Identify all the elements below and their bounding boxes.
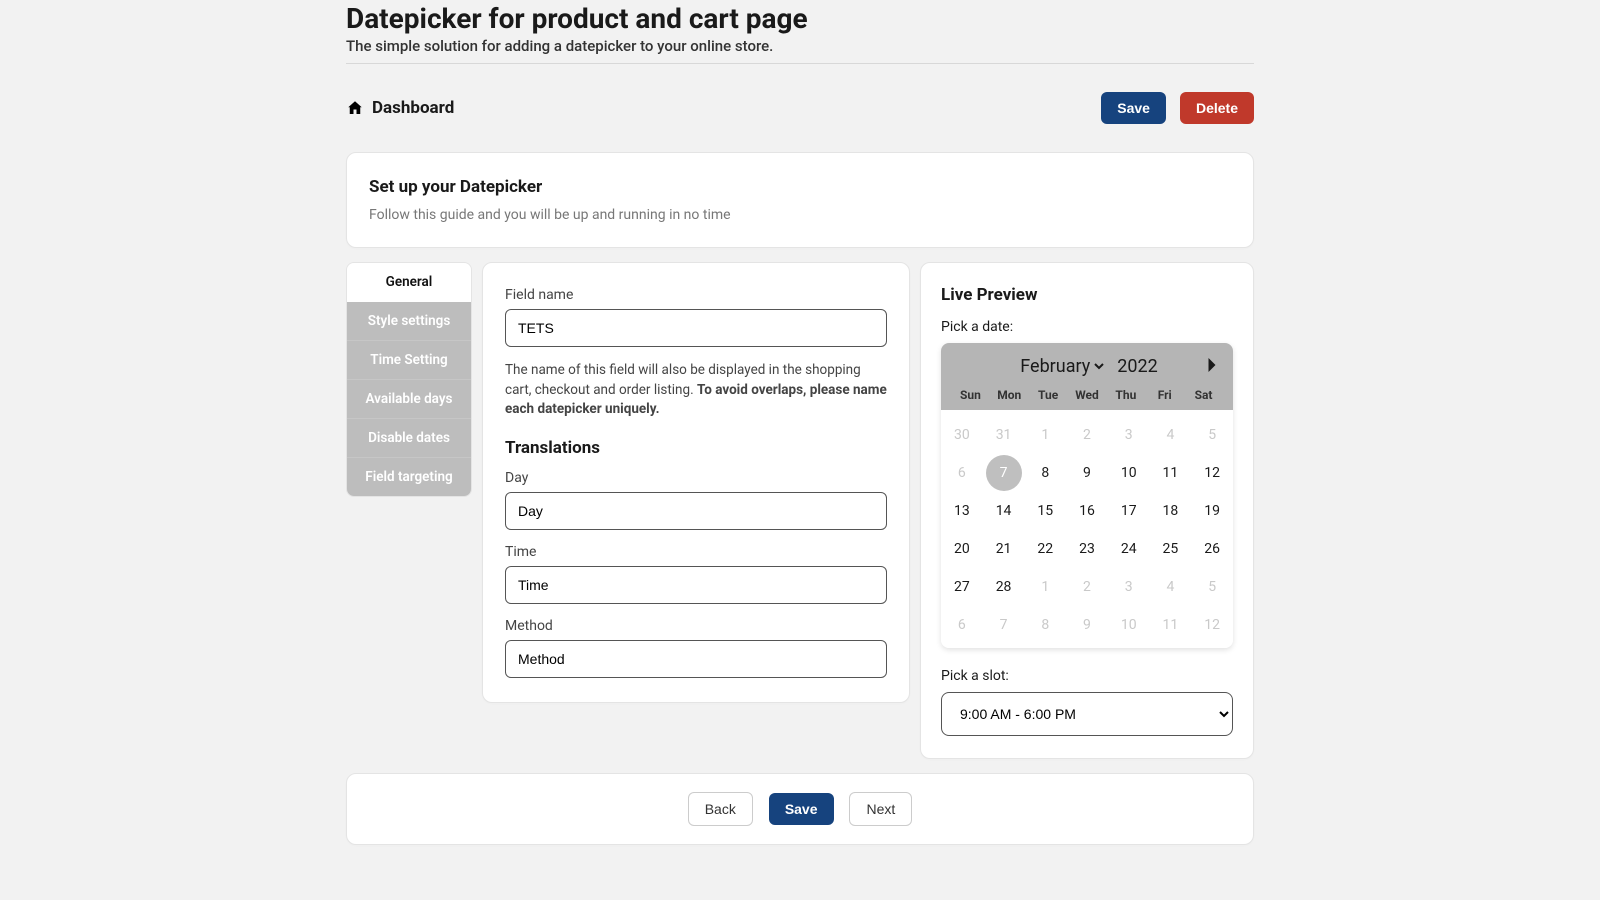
pick-date-label: Pick a date: [941,319,1233,335]
calendar-day[interactable]: 21 [983,530,1025,568]
calendar-day[interactable]: 14 [983,492,1025,530]
calendar-day[interactable]: 19 [1191,492,1233,530]
pick-slot-label: Pick a slot: [941,668,1233,684]
day-label: Day [505,470,887,486]
tab-time-setting[interactable]: Time Setting [347,341,471,380]
calendar-day[interactable]: 20 [941,530,983,568]
dashboard-link[interactable]: Dashboard [346,98,454,118]
form-card: Field name The name of this field will a… [482,262,910,703]
tab-list: GeneralStyle settingsTime SettingAvailab… [346,262,472,497]
setup-subtitle: Follow this guide and you will be up and… [369,207,1231,223]
tab-available-days[interactable]: Available days [347,380,471,419]
calendar-day[interactable]: 15 [1024,492,1066,530]
home-icon [346,99,364,117]
calendar-day[interactable]: 26 [1191,530,1233,568]
month-select[interactable]: February [1016,355,1107,378]
field-name-label: Field name [505,287,887,303]
calendar-day[interactable]: 12 [1191,454,1233,492]
calendar-day: 2 [1066,416,1108,454]
setup-title: Set up your Datepicker [369,177,1231,197]
calendar-day[interactable]: 18 [1150,492,1192,530]
save-button[interactable]: Save [1101,92,1166,124]
footer-save-button[interactable]: Save [769,793,834,825]
tab-field-targeting[interactable]: Field targeting [347,458,471,496]
calendar-day[interactable]: 24 [1108,530,1150,568]
calendar-dow: Mon [990,386,1029,404]
calendar-day[interactable]: 7 [983,454,1025,492]
calendar-day: 11 [1150,606,1192,644]
calendar-day: 2 [1066,568,1108,606]
calendar-day: 8 [1024,606,1066,644]
calendar-day: 4 [1150,416,1192,454]
translations-title: Translations [505,438,887,458]
calendar-day: 10 [1108,606,1150,644]
day-input[interactable] [505,492,887,530]
preview-card: Live Preview Pick a date: February 2022 [920,262,1254,759]
next-button[interactable]: Next [849,792,912,826]
calendar-day[interactable]: 23 [1066,530,1108,568]
calendar-dow: Tue [1029,386,1068,404]
slot-select[interactable]: 9:00 AM - 6:00 PM [941,692,1233,736]
calendar-day[interactable]: 8 [1024,454,1066,492]
back-button[interactable]: Back [688,792,753,826]
year-label: 2022 [1117,356,1157,377]
calendar-dow: Wed [1068,386,1107,404]
calendar-dow: Thu [1106,386,1145,404]
calendar-day[interactable]: 10 [1108,454,1150,492]
calendar-day[interactable]: 25 [1150,530,1192,568]
delete-button[interactable]: Delete [1180,92,1254,124]
time-label: Time [505,544,887,560]
calendar-day[interactable]: 28 [983,568,1025,606]
field-name-input[interactable] [505,309,887,347]
dashboard-label: Dashboard [372,98,454,118]
calendar-day[interactable]: 11 [1150,454,1192,492]
next-month-button[interactable] [1197,357,1217,376]
page-title: Datepicker for product and cart page [346,2,1254,35]
tab-style-settings[interactable]: Style settings [347,302,471,341]
calendar-dow: Sat [1184,386,1223,404]
calendar-day: 12 [1191,606,1233,644]
calendar-day: 3 [1108,568,1150,606]
calendar-day[interactable]: 13 [941,492,983,530]
calendar-day: 6 [941,454,983,492]
method-input[interactable] [505,640,887,678]
calendar-dow: Fri [1145,386,1184,404]
footer-card: Back Save Next [346,773,1254,845]
tab-disable-dates[interactable]: Disable dates [347,419,471,458]
setup-card: Set up your Datepicker Follow this guide… [346,152,1254,248]
calendar-day: 1 [1024,568,1066,606]
calendar-day[interactable]: 16 [1066,492,1108,530]
page-subtitle: The simple solution for adding a datepic… [346,37,1254,55]
method-label: Method [505,618,887,634]
field-name-help: The name of this field will also be disp… [505,361,887,420]
calendar-day: 31 [983,416,1025,454]
calendar-dow: Sun [951,386,990,404]
divider [346,63,1254,64]
calendar-day: 5 [1191,568,1233,606]
calendar-day: 1 [1024,416,1066,454]
calendar: February 2022 SunMonTueWedThuFriSat 3031… [941,343,1233,648]
calendar-day[interactable]: 17 [1108,492,1150,530]
preview-title: Live Preview [941,285,1233,305]
calendar-day: 4 [1150,568,1192,606]
calendar-day[interactable]: 22 [1024,530,1066,568]
calendar-day: 9 [1066,606,1108,644]
calendar-day: 5 [1191,416,1233,454]
calendar-day: 3 [1108,416,1150,454]
time-input[interactable] [505,566,887,604]
chevron-right-icon [1207,358,1217,372]
calendar-day: 30 [941,416,983,454]
calendar-day[interactable]: 9 [1066,454,1108,492]
calendar-day: 6 [941,606,983,644]
calendar-day[interactable]: 27 [941,568,983,606]
tab-general[interactable]: General [347,263,471,302]
calendar-day: 7 [983,606,1025,644]
